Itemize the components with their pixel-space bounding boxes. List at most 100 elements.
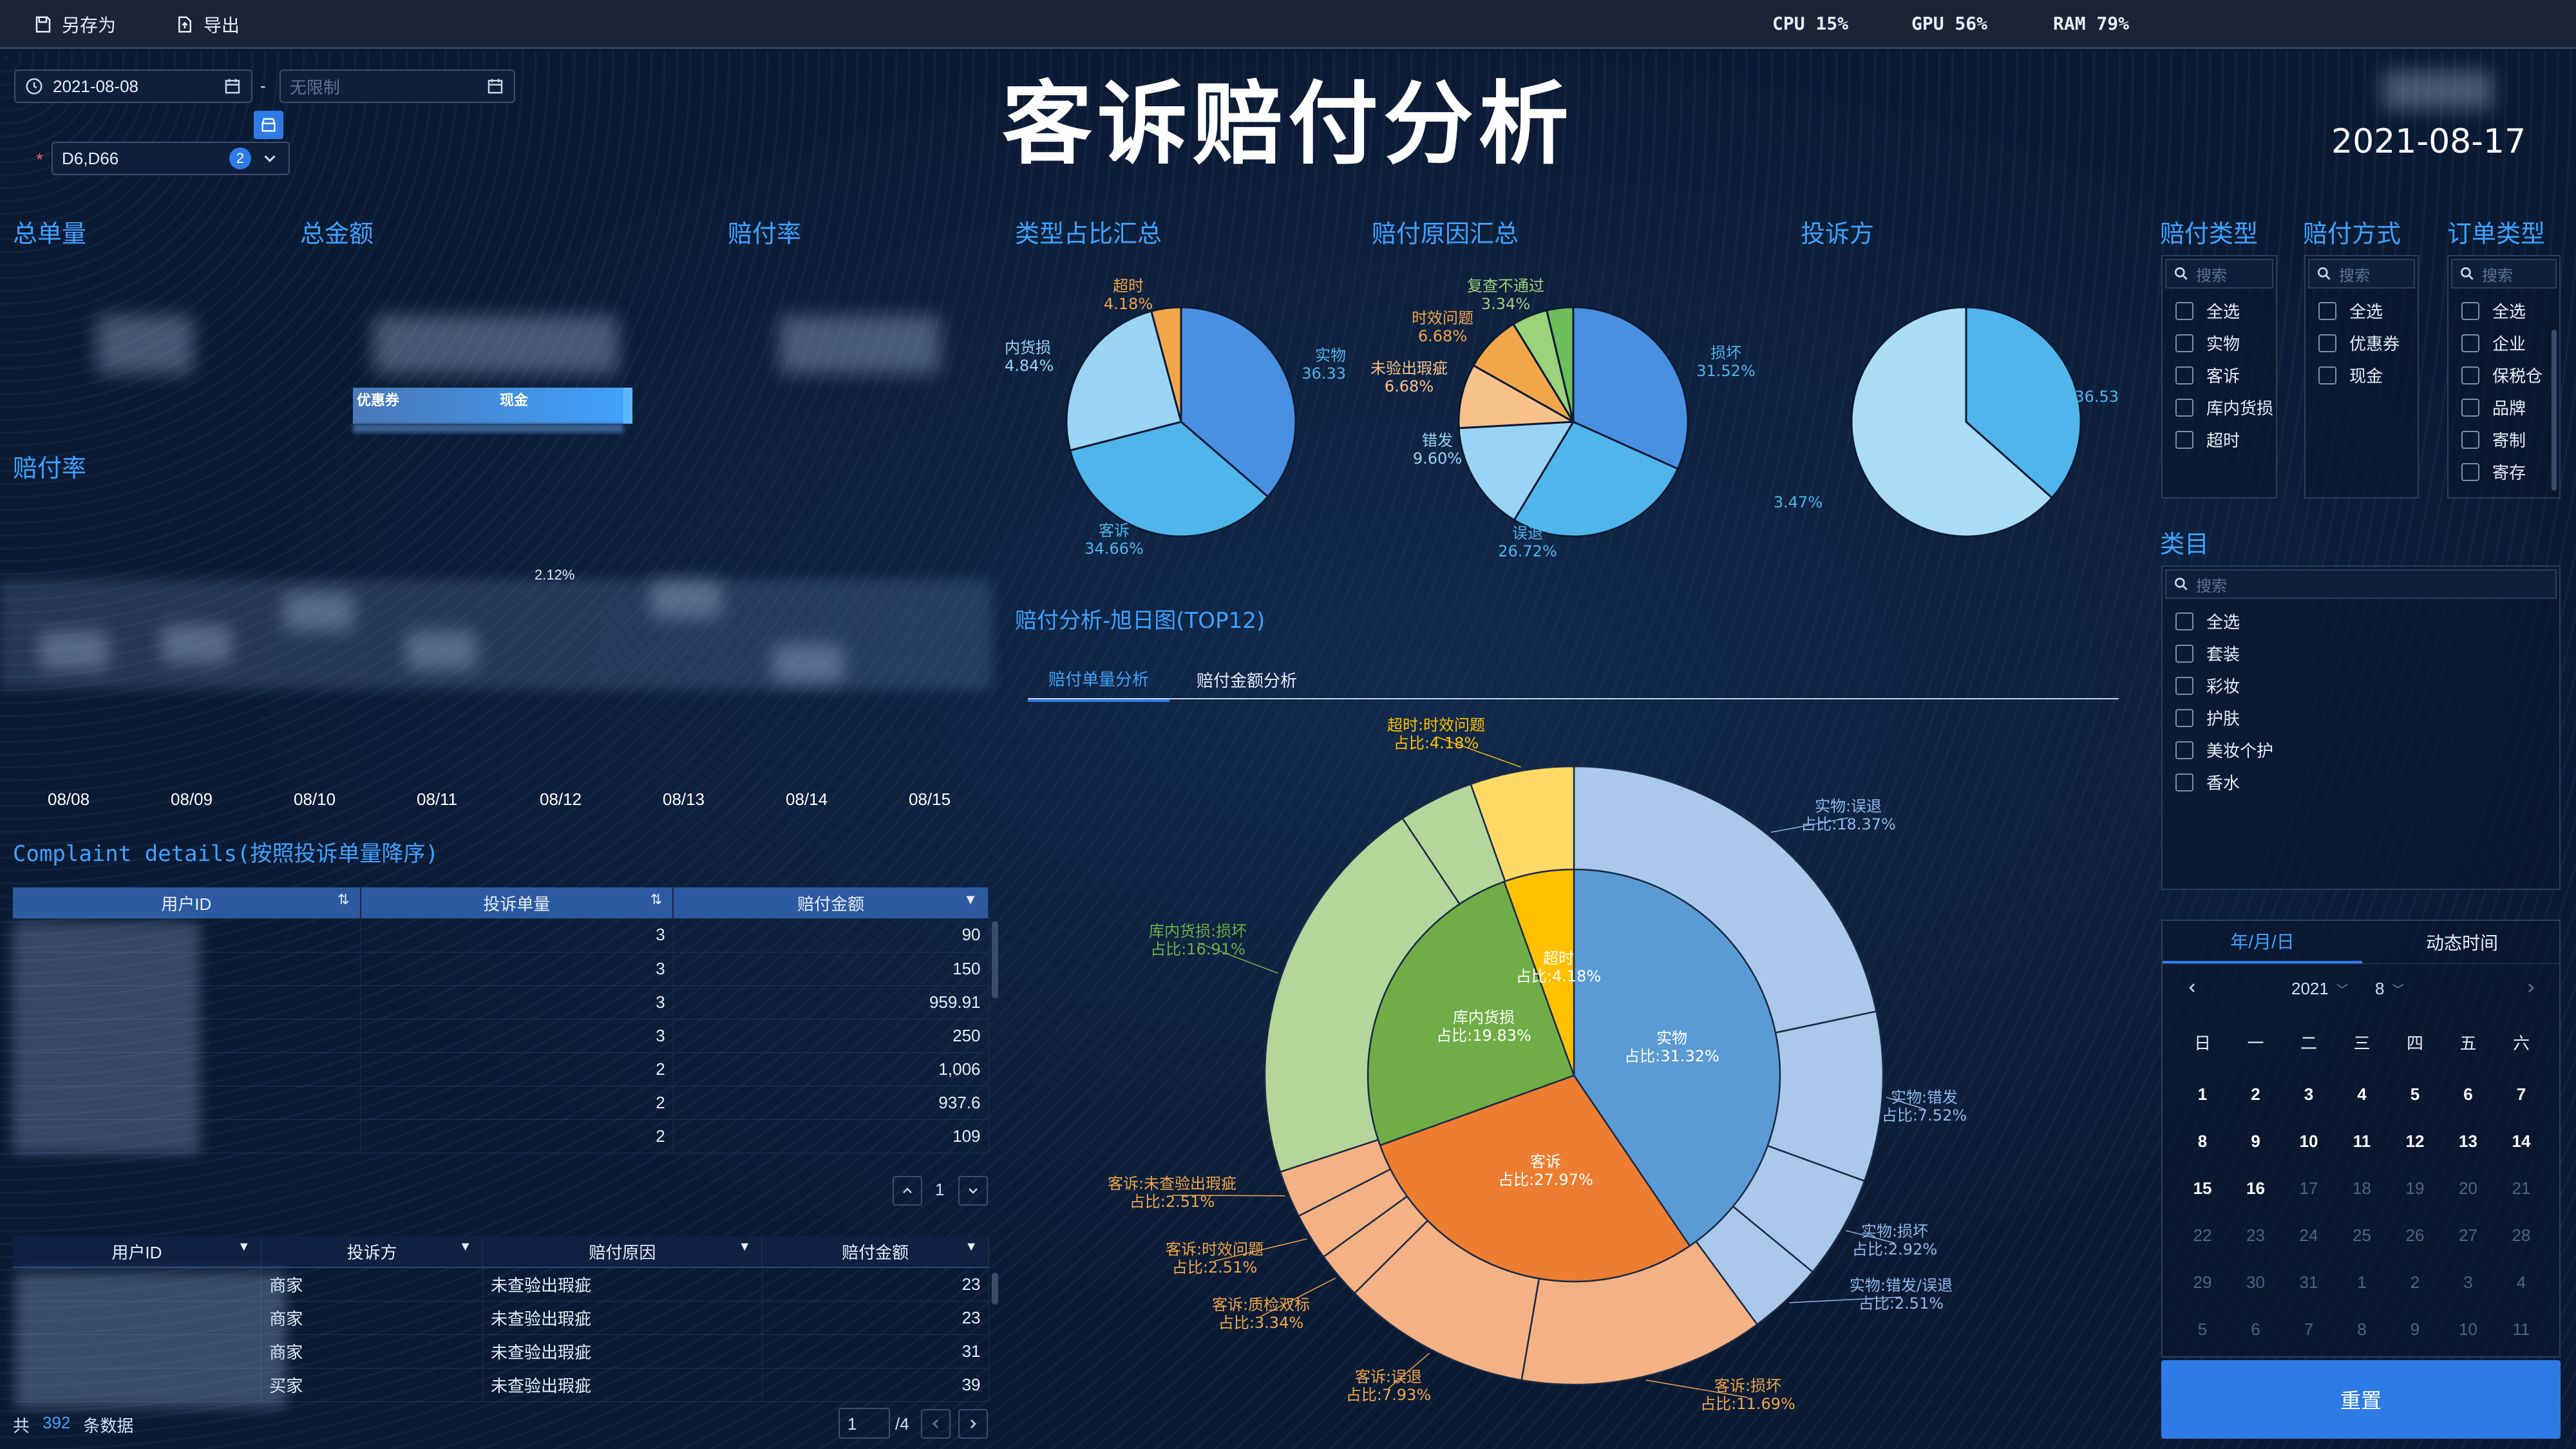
tab-payout-amount[interactable]: 赔付金额分析 xyxy=(1176,657,1318,702)
calendar-day[interactable]: 8 xyxy=(2336,1320,2388,1340)
checkbox-option[interactable]: 全选 xyxy=(2461,299,2526,323)
calendar-day[interactable]: 1 xyxy=(2177,1084,2228,1104)
page-down-button[interactable] xyxy=(958,1176,988,1206)
checkbox[interactable] xyxy=(2461,334,2479,352)
column-header-complainant[interactable]: 投诉方 ▼ xyxy=(261,1236,484,1268)
checkbox-option[interactable]: 寄制 xyxy=(2461,428,2526,451)
table-scrollbar[interactable] xyxy=(992,1273,998,1305)
checkbox-option[interactable]: 全选 xyxy=(2175,609,2240,633)
calendar-day[interactable]: 20 xyxy=(2443,1179,2494,1198)
checkbox[interactable] xyxy=(2461,301,2479,320)
calendar-day[interactable]: 1 xyxy=(2336,1273,2388,1293)
checkbox-option[interactable]: 美妆个护 xyxy=(2175,738,2273,762)
checkbox-option[interactable]: 保税仓 xyxy=(2461,363,2543,387)
checkbox[interactable] xyxy=(2175,612,2193,630)
filter-dropdown-icon[interactable]: ▼ xyxy=(238,1240,251,1255)
calendar-day[interactable]: 7 xyxy=(2283,1320,2334,1340)
start-date-picker[interactable]: 2021-08-08 xyxy=(14,70,252,103)
checkbox[interactable] xyxy=(2461,430,2479,449)
search-input[interactable]: 搜索 xyxy=(2451,259,2557,289)
checkbox-option[interactable]: 护肤 xyxy=(2175,706,2240,730)
year-select[interactable]: 2021 ﹀ xyxy=(2291,979,2348,999)
next-page-button[interactable] xyxy=(958,1409,988,1439)
prev-page-button[interactable] xyxy=(921,1409,951,1439)
calendar-day[interactable]: 15 xyxy=(2177,1179,2228,1198)
table-scrollbar[interactable] xyxy=(992,921,998,998)
column-header-complaint-count[interactable]: 投诉单量 ⇅ xyxy=(360,887,674,918)
checkbox[interactable] xyxy=(2175,334,2193,352)
calendar-day[interactable]: 11 xyxy=(2336,1132,2388,1151)
checkbox[interactable] xyxy=(2461,366,2479,384)
calendar-day[interactable]: 7 xyxy=(2496,1084,2547,1104)
column-header-payout-reason[interactable]: 赔付原因 ▼ xyxy=(482,1236,763,1268)
calendar-day[interactable]: 2 xyxy=(2389,1273,2441,1293)
calendar-day[interactable]: 24 xyxy=(2283,1226,2334,1245)
calendar-day[interactable]: 22 xyxy=(2177,1226,2228,1245)
checkbox[interactable] xyxy=(2175,430,2193,449)
calendar-day[interactable]: 19 xyxy=(2389,1179,2441,1198)
column-header-user-id[interactable]: 用户ID ⇅ xyxy=(13,887,361,918)
tab-dynamic-time[interactable]: 动态时间 xyxy=(2362,921,2562,963)
filter-dropdown-icon[interactable]: ▼ xyxy=(459,1240,472,1255)
checkbox-option[interactable]: 实物 xyxy=(2175,331,2240,355)
checkbox[interactable] xyxy=(2175,398,2193,417)
calendar-day[interactable]: 5 xyxy=(2177,1320,2228,1340)
calendar-day[interactable]: 26 xyxy=(2389,1226,2441,1245)
checkbox-option[interactable]: 套装 xyxy=(2175,641,2240,665)
calendar-day[interactable]: 10 xyxy=(2283,1132,2334,1151)
checkbox[interactable] xyxy=(2318,301,2336,320)
export-button[interactable]: 导出 xyxy=(175,6,240,43)
calendar-day[interactable]: 17 xyxy=(2283,1179,2334,1198)
store-filter-button[interactable] xyxy=(254,111,283,139)
calendar-day[interactable]: 11 xyxy=(2496,1320,2547,1340)
calendar-day[interactable]: 30 xyxy=(2230,1273,2282,1293)
calendar-day[interactable]: 9 xyxy=(2230,1132,2282,1151)
checkbox-option[interactable]: 客诉 xyxy=(2175,363,2240,387)
prev-month-icon[interactable] xyxy=(2184,980,2200,996)
tab-payout-count[interactable]: 赔付单量分析 xyxy=(1028,657,1170,702)
calendar-day[interactable]: 28 xyxy=(2496,1226,2547,1245)
column-header-user-id[interactable]: 用户ID ▼ xyxy=(13,1236,262,1268)
calendar-day[interactable]: 6 xyxy=(2230,1320,2282,1340)
checkbox-option[interactable]: 品牌 xyxy=(2461,395,2526,419)
checkbox[interactable] xyxy=(2175,366,2193,384)
calendar-day[interactable]: 4 xyxy=(2336,1084,2388,1104)
page-input[interactable]: 1 xyxy=(838,1408,890,1439)
checkbox-option[interactable]: 现金 xyxy=(2318,363,2383,387)
reset-button[interactable]: 重置 xyxy=(2161,1360,2561,1439)
checkbox[interactable] xyxy=(2318,334,2336,352)
checkbox[interactable] xyxy=(2175,676,2193,695)
calendar-day[interactable]: 16 xyxy=(2230,1179,2282,1198)
store-select[interactable]: D6,D66 2 xyxy=(52,142,290,175)
search-input[interactable]: 搜索 xyxy=(2165,259,2273,289)
next-month-icon[interactable] xyxy=(2523,980,2539,996)
checkbox[interactable] xyxy=(2175,708,2193,727)
calendar-day[interactable]: 18 xyxy=(2336,1179,2388,1198)
calendar-day[interactable]: 14 xyxy=(2496,1132,2547,1151)
calendar-day[interactable]: 5 xyxy=(2389,1084,2441,1104)
calendar-day[interactable]: 9 xyxy=(2389,1320,2441,1340)
checkbox-option[interactable]: 库内货损 xyxy=(2175,395,2273,419)
filter-dropdown-icon[interactable]: ▼ xyxy=(738,1240,751,1255)
column-header-payout-amount[interactable]: 赔付金额 ▼ xyxy=(673,887,989,918)
calendar-day[interactable]: 3 xyxy=(2443,1273,2494,1293)
calendar-day[interactable]: 6 xyxy=(2443,1084,2494,1104)
column-header-payout-amount[interactable]: 赔付金额 ▼ xyxy=(762,1236,989,1268)
filter-dropdown-icon[interactable]: ▼ xyxy=(963,891,978,908)
checkbox[interactable] xyxy=(2175,741,2193,759)
checkbox[interactable] xyxy=(2175,301,2193,320)
checkbox-option[interactable]: 全选 xyxy=(2175,299,2240,323)
end-date-picker[interactable]: 无限制 xyxy=(279,70,515,103)
calendar-day[interactable]: 2 xyxy=(2230,1084,2282,1104)
calendar-day[interactable]: 10 xyxy=(2443,1320,2494,1340)
checkbox[interactable] xyxy=(2175,644,2193,663)
calendar-day[interactable]: 27 xyxy=(2443,1226,2494,1245)
checkbox-option[interactable]: 香水 xyxy=(2175,770,2240,794)
calendar-day[interactable]: 29 xyxy=(2177,1273,2228,1293)
search-input[interactable]: 搜索 xyxy=(2308,259,2415,289)
calendar-day[interactable]: 4 xyxy=(2496,1273,2547,1293)
tab-ymd[interactable]: 年/月/日 xyxy=(2163,921,2362,963)
save-as-button[interactable]: 另存为 xyxy=(33,6,116,43)
checkbox-option[interactable]: 企业 xyxy=(2461,331,2526,355)
calendar-day[interactable]: 31 xyxy=(2283,1273,2334,1293)
